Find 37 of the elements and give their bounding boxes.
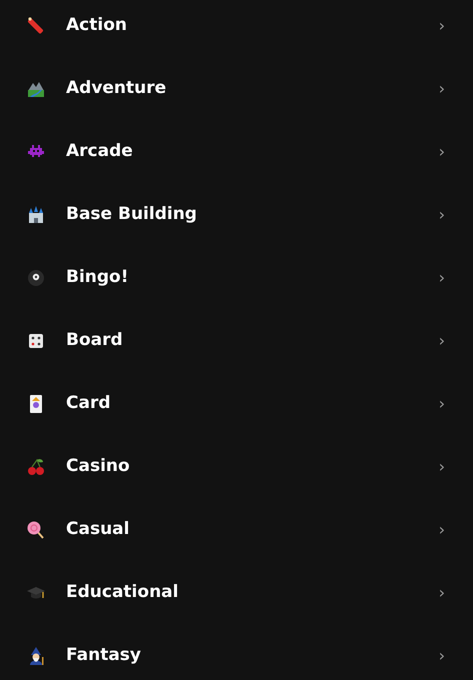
chevron-icon: ›	[438, 328, 445, 352]
category-label: Casual	[66, 518, 130, 541]
category-label: Action	[66, 14, 128, 37]
category-item[interactable]: Card ›	[0, 372, 473, 435]
chevron-icon: ›	[438, 140, 445, 164]
chevron-icon: ›	[438, 644, 445, 668]
category-item[interactable]: Casino ›	[0, 435, 473, 498]
chevron-icon: ›	[438, 392, 445, 416]
chevron-icon: ›	[438, 454, 445, 478]
category-item[interactable]: Casual ›	[0, 498, 473, 561]
category-item[interactable]: Fantasy ›	[0, 624, 473, 680]
category-label: Adventure	[66, 76, 168, 100]
category-item[interactable]: Bingo! ›	[0, 246, 473, 309]
category-label: Base Building	[66, 202, 198, 226]
category-label: Board	[66, 328, 124, 352]
chevron-icon: ›	[438, 76, 445, 100]
category-item[interactable]: Arcade ›	[0, 120, 473, 183]
category-label: Fantasy	[66, 644, 142, 667]
billiard-ball-icon	[26, 268, 46, 288]
cherries-icon	[26, 456, 46, 476]
chevron-icon: ›	[438, 518, 445, 542]
category-label: Bingo!	[66, 266, 130, 289]
category-label: Educational	[66, 580, 180, 604]
category-label: Card	[66, 392, 112, 415]
category-item[interactable]: Adventure ›	[0, 57, 473, 120]
category-label: Casino	[66, 454, 131, 478]
category-item[interactable]: Base Building ›	[0, 183, 473, 246]
category-item[interactable]: Educational ›	[0, 561, 473, 624]
castle-icon	[26, 204, 46, 224]
category-item[interactable]: Board ›	[0, 309, 473, 372]
chevron-icon: ›	[438, 266, 445, 290]
chevron-icon: ›	[438, 14, 445, 38]
category-label: Arcade	[66, 140, 134, 163]
category-item[interactable]: Action ›	[0, 0, 473, 57]
lollipop-icon	[26, 520, 46, 540]
chevron-icon: ›	[438, 580, 445, 604]
chevron-icon: ›	[438, 202, 445, 226]
